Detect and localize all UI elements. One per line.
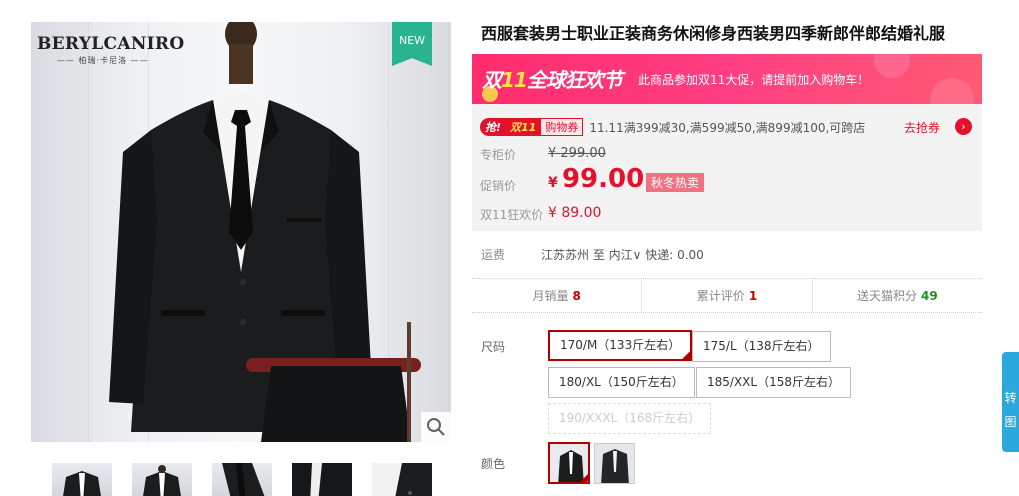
color-label: 颜色 (481, 457, 506, 471)
size-option-185xxl[interactable]: 185/XXL（158斤左右） (696, 367, 851, 398)
thumbnail[interactable] (212, 463, 272, 496)
double11-logo: 双11全球狂欢节 (482, 68, 623, 92)
size-option-190xxxl: 190/XXXL（168斤左右） (548, 403, 712, 434)
size-label: 尺码 (481, 340, 506, 354)
color-option-black[interactable] (548, 442, 590, 484)
brand-logo: BERYLCANIRO (37, 34, 185, 54)
zoom-button[interactable] (421, 412, 451, 442)
color-option-black-alt[interactable] (594, 443, 635, 484)
brand-subtitle: —— 柏瑞·卡尼洛 —— (57, 56, 149, 65)
sales-stats: 月销量 8 累计评价 1 送天猫积分 49 (472, 278, 982, 313)
promo-price-label: 促销价 (480, 179, 517, 193)
double11-tag: 双11 (506, 118, 541, 136)
price-panel: 抢! 双11 购物券 11.11满399减30,满599减50,满899减100… (472, 104, 982, 231)
promo-price: ¥ 99.00 (548, 164, 644, 194)
thumbnail[interactable] (132, 463, 192, 496)
shipping-label: 运费 (481, 248, 506, 262)
coupon-type-tag: 购物券 (540, 118, 584, 136)
product-title: 西服套装男士职业正装商务休闲修身西装男四季新郎伴郎结婚礼服 (481, 24, 946, 43)
grab-coupon-link[interactable]: 去抢券 (904, 119, 940, 136)
thumbnail-strip (52, 463, 432, 496)
thumbnail[interactable] (292, 463, 352, 496)
grab-tag: 抢! (480, 118, 507, 136)
original-price: ¥ 299.00 (548, 146, 606, 161)
original-price-label: 专柜价 (480, 148, 517, 162)
season-tag: 秋冬热卖 (646, 173, 705, 192)
suit-illustration (109, 22, 421, 442)
main-product-image[interactable]: BERYLCANIRO —— 柏瑞·卡尼洛 —— NEW (31, 22, 451, 442)
size-option-180xl[interactable]: 180/XL（150斤左右） (548, 367, 695, 398)
coupon-description: 11.11满399减30,满599减50,满899减100,可跨店 (589, 120, 866, 135)
tmall-points: 送天猫积分 49 (856, 289, 938, 303)
thumbnail[interactable] (52, 463, 112, 496)
double11-promo-banner[interactable]: 双11全球狂欢节 此商品参加双11大促，请提前加入购物车！ (472, 54, 982, 104)
size-option-170m[interactable]: 170/M（133斤左右） (548, 330, 693, 361)
shipping-destination[interactable]: 江苏苏州 至 内江∨ 快递: 0.00 (541, 246, 704, 263)
size-option-175l[interactable]: 175/L（138斤左右） (692, 331, 831, 362)
promo-banner-text: 此商品参加双11大促，请提前加入购物车！ (638, 73, 870, 87)
currency-symbol: ¥ (548, 175, 558, 191)
double11-price: ¥ 89.00 (548, 205, 602, 221)
coupon-row: 抢! 双11 购物券 11.11满399减30,满599减50,满899减100… (480, 118, 865, 136)
magnifier-icon (427, 418, 445, 436)
monthly-sales: 月销量 8 (472, 279, 643, 312)
selected-check-icon (680, 349, 693, 361)
side-float-tab[interactable]: 转图 (1002, 352, 1019, 452)
double11-price-label: 双11狂欢价 (480, 208, 544, 222)
promo-price-value: 99.00 (561, 164, 645, 194)
thumbnail[interactable] (372, 463, 432, 496)
chevron-right-icon[interactable]: › (955, 118, 972, 135)
total-reviews[interactable]: 累计评价 1 (642, 279, 813, 312)
